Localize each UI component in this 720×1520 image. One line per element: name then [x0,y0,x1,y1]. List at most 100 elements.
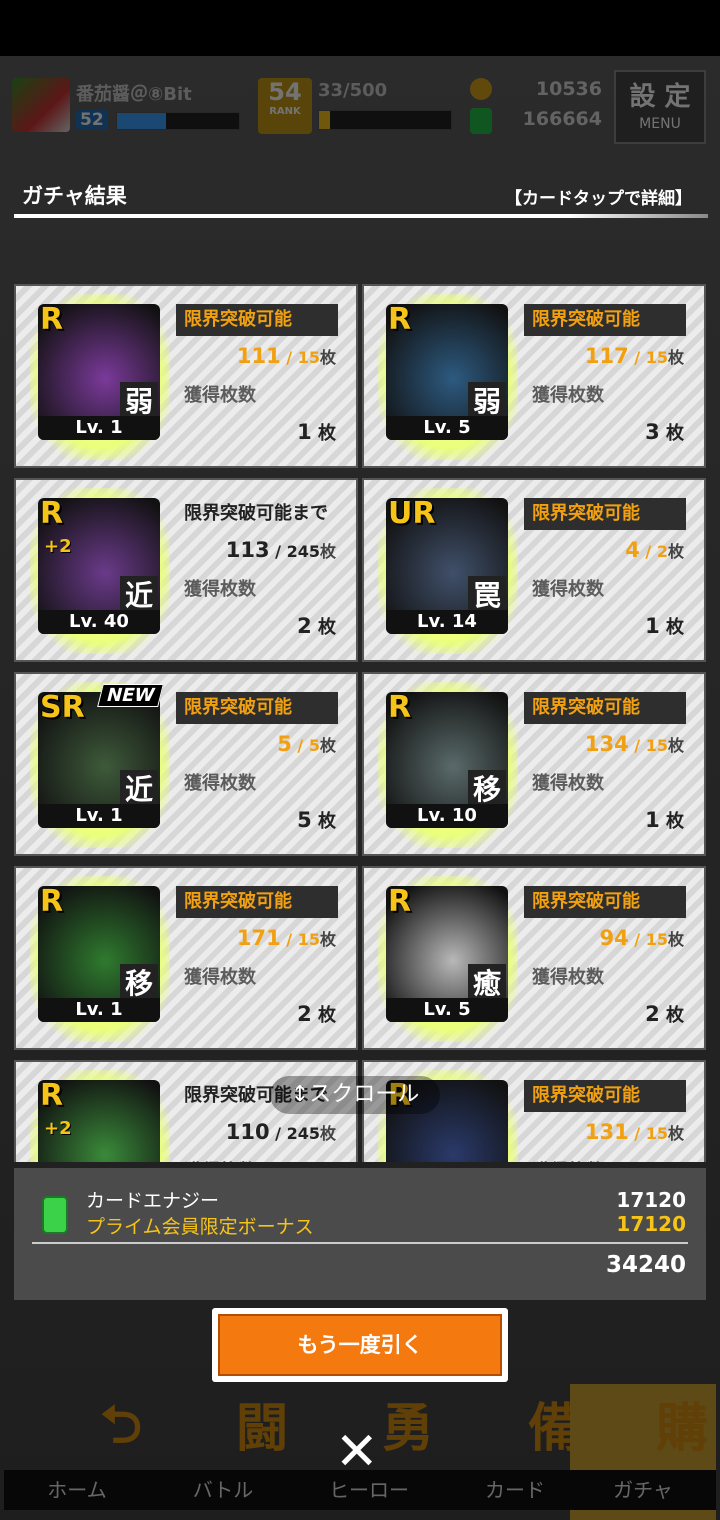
stamina-value: 33/500 [318,80,388,101]
close-icon[interactable]: ✕ [335,1426,379,1478]
card-result[interactable]: R 移 Lv. 10 限界突破可能 134 / 15枚 獲得枚数 1 枚 [362,672,706,856]
nav-gacha[interactable]: 購ガチャ [570,1384,716,1520]
obtained-label: 獲得枚数 [532,773,604,794]
card-rarity: R [388,692,412,725]
obtained-label: 獲得枚数 [532,385,604,406]
required-count: 15 [645,930,668,949]
card-thumbnail[interactable]: R 弱 Lv. 1 [30,294,170,460]
limit-progress: 94 / 15枚 [599,926,685,950]
obtained-count-row: 1 枚 [176,416,338,448]
obtained-count-row: 1 枚 [524,610,686,642]
nav-card[interactable]: 備カード [442,1384,588,1520]
card-result[interactable]: UR 罠 Lv. 14 限界突破可能 4 / 2枚 獲得枚数 1 枚 [362,478,706,662]
card-thumbnail[interactable]: R +2 [30,1070,170,1162]
menu-button[interactable]: 設 定 MENU [614,70,706,144]
required-count: 245 [286,1124,320,1143]
limit-progress: 4 / 2枚 [625,538,684,562]
prime-bonus-label: プライム会員限定ボーナス [86,1216,314,1238]
card-thumbnail[interactable]: R 癒 Lv. 5 [378,876,518,1042]
card-art: R 弱 Lv. 1 [38,304,160,440]
card-result[interactable]: R 移 Lv. 1 限界突破可能 171 / 15枚 獲得枚数 2 枚 [14,866,358,1050]
obtained-count: 1 [297,420,312,444]
card-thumbnail[interactable]: R 移 Lv. 10 [378,682,518,848]
home-icon: ⮌ [100,1395,142,1455]
card-level: Lv. 1 [38,416,160,440]
card-thumbnail[interactable]: SR 近 Lv. 1 NEW [30,682,170,848]
nav-home[interactable]: ⮌ ホーム [4,1384,150,1520]
card-rarity: R [40,498,64,531]
card-thumbnail[interactable]: R +2 近 Lv. 40 [30,488,170,654]
owned-count: 171 [236,926,281,950]
nav-card-label: カード [442,1470,588,1510]
unit-label: 枚 [319,736,336,755]
draw-again-button[interactable]: もう一度引く [212,1308,508,1382]
owned-count: 4 [625,538,640,562]
card-level: Lv. 5 [386,416,508,440]
required-count: 2 [656,542,668,561]
rank-number: 54 [268,78,302,106]
player-avatar[interactable] [12,78,70,132]
card-art: SR 近 Lv. 1 [38,692,160,828]
draw-again-label: もう一度引く [218,1314,502,1376]
nav-battle[interactable]: 闘バトル [150,1384,296,1520]
owned-count: 134 [584,732,629,756]
card-result[interactable]: R 弱 Lv. 5 限界突破可能 117 / 15枚 獲得枚数 3 枚 [362,284,706,468]
obtained-count-row: 5 枚 [176,804,338,836]
obtained-label: 獲得枚数 [184,579,256,600]
card-result[interactable]: R 癒 Lv. 5 限界突破可能 94 / 15枚 獲得枚数 2 枚 [362,866,706,1050]
limit-progress: 111 / 15枚 [236,344,336,368]
unit-label: 枚 [667,348,684,367]
card-rarity: UR [388,498,436,531]
card-result-list[interactable]: Lv. 11 枚Lv. 202 枚R弱Lv. 1限界突破可能111 / 15枚獲… [0,232,720,1162]
obtained-label: 獲得枚数 [532,579,604,600]
card-rarity: R [388,304,412,337]
card-result[interactable]: R +2 近 Lv. 40 限界突破可能まで 113 / 245枚 獲得枚数 2 枚 [14,478,358,662]
limit-status: 限界突破可能 [524,1080,686,1112]
obtained-count-row: 2 枚 [524,998,686,1030]
obtained-label: 獲得枚数 [184,773,256,794]
required-count: 245 [286,542,320,561]
energy-summary: カードエナジー プライム会員限定ボーナス 17120 17120 34240 [14,1168,706,1300]
limit-progress: 131 / 15枚 [584,1120,684,1144]
obtained-count: 5 [297,808,312,832]
card-rarity: R [40,304,64,337]
owned-count: 110 [225,1120,270,1144]
unit-label: 枚 [666,423,684,444]
battle-icon: 闘 [235,1399,288,1459]
card-level: Lv. 40 [38,610,160,634]
exp-bar [116,112,240,130]
title-underline [14,214,708,218]
player-name: 番茄醤＠⑧Bit [76,84,192,105]
obtained-label: 獲得枚数 [176,1156,338,1162]
card-level: Lv. 1 [38,804,160,828]
card-energy-value: 17120 [616,1188,686,1212]
card-art: R 移 Lv. 10 [386,692,508,828]
card-art: R 弱 Lv. 5 [386,304,508,440]
summary-divider [32,1242,688,1244]
card-thumbnail[interactable]: R 弱 Lv. 5 [378,294,518,460]
card-plus: +2 [44,1118,72,1139]
menu-sub: MENU [639,116,681,132]
limit-status: 限界突破可能 [176,304,338,336]
limit-status: 限界突破可能 [524,498,686,530]
card-thumbnail[interactable]: UR 罠 Lv. 14 [378,488,518,654]
card-level: Lv. 5 [386,998,508,1022]
card-result[interactable]: SR 近 Lv. 1 NEW 限界突破可能 5 / 5枚 獲得枚数 5 枚 [14,672,358,856]
obtained-count: 1 [645,808,660,832]
card-level: Lv. 14 [386,610,508,634]
unit-label: 枚 [318,617,336,638]
player-level: 52 [76,110,108,130]
unit-label: 枚 [667,542,684,561]
limit-progress: 171 / 15枚 [236,926,336,950]
limit-progress: 134 / 15枚 [584,732,684,756]
card-art: UR 罠 Lv. 14 [386,498,508,634]
new-badge: NEW [97,684,165,707]
obtained-count-row: 2 枚 [176,998,338,1030]
card-thumbnail[interactable]: R 移 Lv. 1 [30,876,170,1042]
card-rarity: R [40,886,64,919]
limit-status: 限界突破可能 [524,304,686,336]
required-count: 5 [308,736,320,755]
obtained-label: 獲得枚数 [524,1156,686,1162]
card-result[interactable]: R 弱 Lv. 1 限界突破可能 111 / 15枚 獲得枚数 1 枚 [14,284,358,468]
rank-badge: 54 RANK [258,78,312,134]
